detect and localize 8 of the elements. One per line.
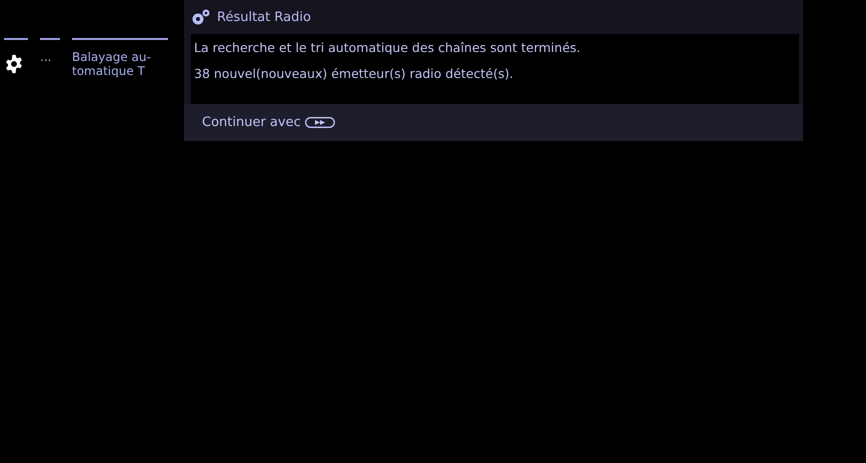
menu-item[interactable]: Balayage au- tomatique T: [72, 50, 168, 78]
settings-icon: [4, 54, 24, 74]
menu-item[interactable]: ...: [40, 50, 60, 64]
fast-forward-key-icon[interactable]: [304, 117, 335, 128]
message-text: La recherche et le tri automatique des chaînes sont terminés.: [194, 39, 582, 57]
message-text: 38 nouvel(nouveaux) émetteur(s) radio détecté(s).: [194, 65, 514, 83]
continue-label: Continuer avec: [202, 115, 301, 130]
dialog-title: Résultat Radio: [217, 10, 311, 24]
